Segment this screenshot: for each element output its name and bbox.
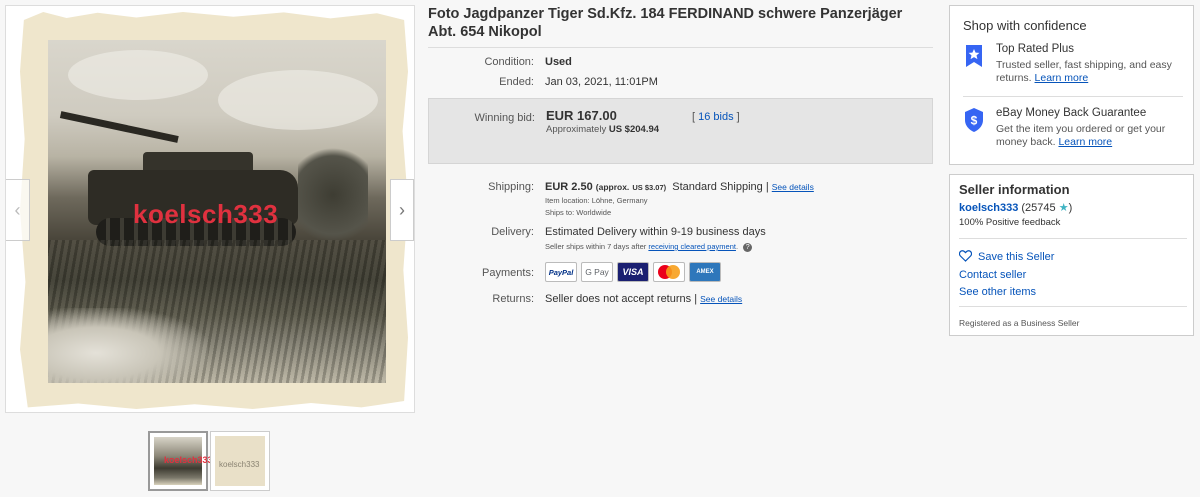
feedback-count[interactable]: (25745 bbox=[1021, 202, 1055, 214]
seller-name-link[interactable]: koelsch333 bbox=[959, 202, 1018, 214]
heart-icon bbox=[959, 250, 972, 262]
delivery-label: Delivery: bbox=[491, 226, 534, 238]
thumbnail-watermark: koelsch333 bbox=[219, 460, 260, 469]
ended-value: Jan 03, 2021, 11:01PM bbox=[545, 76, 658, 88]
svg-text:$: $ bbox=[971, 114, 978, 128]
money-back-learn-more-link[interactable]: Learn more bbox=[1058, 136, 1112, 148]
winning-bid-label: Winning bid: bbox=[474, 112, 535, 124]
contact-seller-link[interactable]: Contact seller bbox=[959, 269, 1026, 281]
cloud-shape bbox=[218, 70, 378, 130]
mastercard-icon bbox=[653, 262, 685, 282]
shipping-service: Standard Shipping | bbox=[672, 181, 769, 193]
delivery-note-end: . bbox=[735, 242, 739, 251]
help-icon[interactable]: ? bbox=[743, 242, 753, 252]
bracket: [ bbox=[692, 111, 696, 123]
payments-label: Payments: bbox=[482, 267, 534, 279]
visa-icon: VISA bbox=[617, 262, 649, 282]
divider bbox=[428, 47, 933, 48]
amex-icon: AMEX bbox=[689, 262, 721, 282]
approx-value: US $204.94 bbox=[608, 124, 660, 135]
bids-link[interactable]: 16 bids bbox=[698, 111, 733, 123]
cloud-shape bbox=[68, 50, 208, 100]
returns-label: Returns: bbox=[492, 293, 534, 305]
top-rated-desc: Trusted seller, fast shipping, and easy … bbox=[996, 59, 1186, 85]
divider bbox=[959, 306, 1187, 307]
shipping-approx-value: US $3.07) bbox=[632, 183, 667, 192]
business-seller-note: Registered as a Business Seller bbox=[959, 318, 1080, 328]
condition-label: Condition: bbox=[484, 56, 534, 68]
save-seller-link[interactable]: Save this Seller bbox=[959, 250, 1054, 263]
condition-value: Used bbox=[545, 56, 572, 68]
delivery-note-text: Seller ships within 7 days after bbox=[545, 242, 647, 251]
divider bbox=[963, 96, 1183, 97]
shipping-approx: (approx. bbox=[595, 182, 630, 192]
cleared-payment-link[interactable]: receiving cleared payment bbox=[648, 242, 736, 251]
google-pay-icon: G Pay bbox=[581, 262, 613, 282]
tank-gun-shape bbox=[59, 111, 179, 143]
seller-name-row: koelsch333 (25745 ★) bbox=[959, 201, 1072, 214]
listing-title: Foto Jagdpanzer Tiger Sd.Kfz. 184 FERDIN… bbox=[428, 6, 903, 40]
returns-text: Seller does not accept returns | bbox=[545, 293, 698, 305]
delivery-note: Seller ships within 7 days after receivi… bbox=[545, 242, 753, 252]
top-rated-learn-more-link[interactable]: Learn more bbox=[1035, 72, 1089, 84]
winning-bid-amount: EUR 167.00 bbox=[546, 108, 617, 123]
money-back-title: eBay Money Back Guarantee bbox=[996, 107, 1147, 119]
money-back-desc: Get the item you ordered or get your mon… bbox=[996, 123, 1186, 149]
feedback-close: ) bbox=[1068, 202, 1073, 214]
winning-bid-approx: Approximately US $204.94 bbox=[546, 124, 659, 135]
seller-heading: Seller information bbox=[959, 182, 1070, 197]
ships-to: Ships to: Worldwide bbox=[545, 208, 612, 217]
thumbnail-2[interactable]: koelsch333 bbox=[210, 431, 270, 491]
tree-shape bbox=[298, 140, 368, 250]
divider bbox=[959, 238, 1187, 239]
payment-icons: PayPal G Pay VISA AMEX bbox=[545, 262, 721, 282]
shipping-value: EUR 2.50 (approx. US $3.07) Standard Shi… bbox=[545, 181, 814, 193]
positive-feedback: 100% Positive feedback bbox=[959, 217, 1061, 228]
shipping-label: Shipping: bbox=[488, 181, 534, 193]
bid-count: [ 16 bids ] bbox=[692, 111, 740, 123]
gallery-next-button[interactable]: › bbox=[390, 179, 414, 241]
delivery-value: Estimated Delivery within 9-19 business … bbox=[545, 226, 766, 238]
approx-prefix: Approximately bbox=[546, 124, 607, 135]
image-gallery: koelsch333 ‹ › bbox=[5, 5, 415, 413]
confidence-heading: Shop with confidence bbox=[963, 18, 1087, 33]
shield-dollar-icon: $ bbox=[965, 108, 983, 132]
returns-value: Seller does not accept returns | See det… bbox=[545, 293, 742, 305]
main-photo[interactable]: koelsch333 bbox=[20, 12, 408, 409]
shipping-cost: EUR 2.50 bbox=[545, 181, 593, 193]
returns-see-details-link[interactable]: See details bbox=[700, 294, 742, 304]
bracket: ] bbox=[736, 111, 740, 123]
seller-information-card: Seller information koelsch333 (25745 ★) … bbox=[949, 174, 1194, 336]
winning-bid-box: Winning bid: EUR 167.00 Approximately US… bbox=[428, 98, 933, 164]
photo-watermark: koelsch333 bbox=[133, 199, 279, 229]
shipping-see-details-link[interactable]: See details bbox=[772, 182, 814, 192]
feedback-star-icon: ★ bbox=[1058, 202, 1069, 214]
thumbnail-image: koelsch333 bbox=[154, 437, 213, 485]
thumbnail-watermark: koelsch333 bbox=[164, 455, 213, 465]
top-rated-title: Top Rated Plus bbox=[996, 43, 1074, 55]
mastercard-circles bbox=[658, 265, 680, 279]
rubble-shape bbox=[48, 308, 208, 383]
thumbnail-1[interactable]: koelsch333 bbox=[148, 431, 213, 491]
item-location: Item location: Löhne, Germany bbox=[545, 196, 648, 205]
gallery-prev-button[interactable]: ‹ bbox=[6, 179, 30, 241]
thumbnail-image: koelsch333 bbox=[215, 436, 265, 486]
save-seller-label: Save this Seller bbox=[978, 251, 1055, 263]
chevron-right-icon: › bbox=[399, 199, 405, 220]
shop-with-confidence-card: Shop with confidence Top Rated Plus Trus… bbox=[949, 5, 1194, 165]
paypal-icon: PayPal bbox=[545, 262, 577, 282]
see-other-items-link[interactable]: See other items bbox=[959, 286, 1036, 298]
top-rated-badge-icon bbox=[966, 45, 982, 67]
ended-label: Ended: bbox=[499, 76, 534, 88]
chevron-left-icon: ‹ bbox=[14, 199, 21, 220]
